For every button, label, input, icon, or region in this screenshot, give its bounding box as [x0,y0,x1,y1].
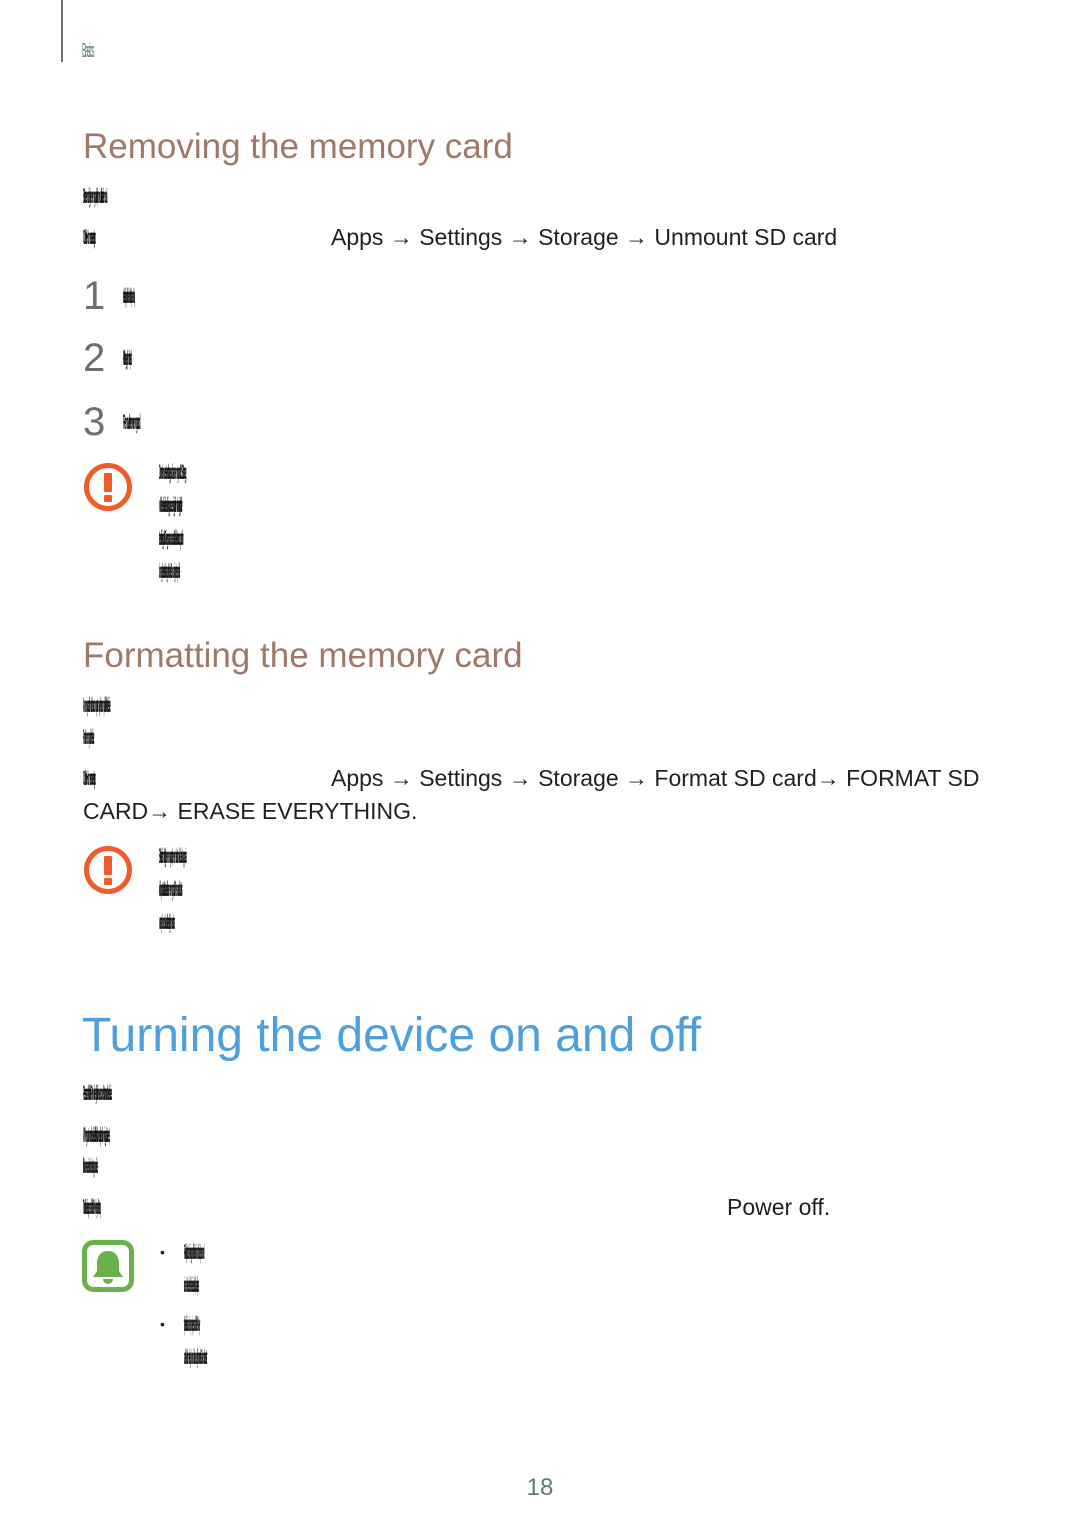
caution-line: transferring data. Doing so can cause da… [159,527,184,550]
note-line: If your device is frozen and unresponsiv… [184,1313,200,1336]
caution-line: warranty does not cover loss of data res… [159,911,175,934]
step-text: Pull out the tray gently from the tray s… [123,347,132,370]
formatting-path-line2: CARD→ ERASE EVERYTHING. [83,798,418,824]
turning-para2-line: follow the on-screen instructions to set… [83,1155,98,1178]
step-number: 2 [83,336,106,380]
turning-para3-prefix: To turn off the device, press and hold t… [83,1196,101,1219]
formatting-title: Formatting the memory card [83,636,523,675]
note-line: Follow all posted warnings and direction… [184,1241,204,1264]
note-line: and the Volume key down simultaneously f… [184,1346,207,1369]
bell-note-icon [82,1240,134,1292]
note-bullet: • [160,1316,165,1332]
formatting-intro-line: A memory card formatted on a computer ma… [83,694,111,717]
removing-title: Removing the memory card [83,127,513,166]
turning-para2-line: When you turn on the device for the firs… [83,1124,110,1147]
note-bullet: • [160,1244,165,1260]
caution-icon [84,463,132,511]
turning-para1: Press and hold the Power key for a few s… [83,1082,112,1105]
step-text: Insert the ejection pin into the hole on… [123,285,135,308]
formatting-intro-line: Format the memory card on the device. [83,726,94,749]
removing-intro: Before removing the memory card, first u… [83,185,107,208]
power-off-action: Power off. [727,1194,831,1220]
caution-line: Do not remove external storage, such as … [159,461,186,484]
caution-icon [84,846,132,894]
section-label: Basics [82,40,94,62]
formatting-path-line1: Apps → Settings → Storage → Format SD ca… [331,765,980,791]
step-number: 3 [83,400,106,444]
step-text: Remove the memory card. [123,411,140,434]
note-line: in areas where the use of wireless devic… [184,1274,199,1297]
caution-line: Before formatting the memory card, remem… [159,845,187,868]
caution-line: damage the external storage or the devic… [159,560,180,583]
page-number: 18 [526,1474,554,1501]
caution-line: of all important data stored in the memo… [159,878,183,901]
header-rule [61,0,63,62]
turning-title: Turning the device on and off [82,1009,702,1062]
caution-line: while the device is transferring or acce… [159,494,183,517]
step-number: 1 [83,274,106,318]
formatting-path-prefix: On the Home screen, tap [83,767,96,790]
removing-path-prefix: On the Home screen, tap [83,226,96,249]
removing-path: Apps → Settings → Storage → Unmount SD c… [331,224,838,250]
